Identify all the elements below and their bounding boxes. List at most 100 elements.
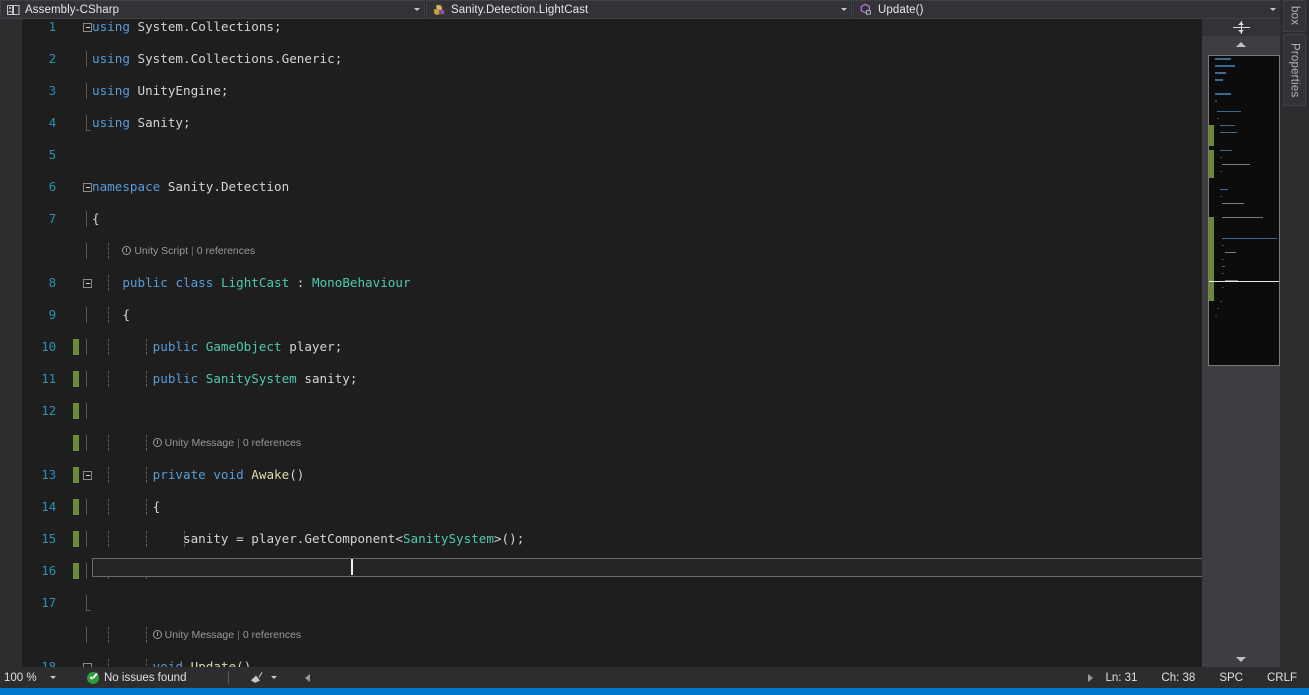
code-line[interactable]: 16 } (22, 563, 1309, 579)
codelens-row[interactable]: Unity Message | 0 references (22, 627, 1309, 643)
code-line[interactable]: 3 using UnityEngine; (22, 83, 1309, 99)
code-line[interactable]: 6 namespace Sanity.Detection (22, 179, 1309, 195)
line-number: 1 (48, 19, 57, 34)
outlining-bar (86, 339, 87, 355)
code-cleanup-broom-icon[interactable] (251, 671, 265, 685)
code-line[interactable]: 13 private void Awake() (22, 467, 1309, 483)
minimap-line (1215, 65, 1236, 67)
line-number: 11 (41, 371, 56, 386)
minimap-change-bar (1209, 170, 1214, 178)
code-line-text[interactable]: { (92, 307, 130, 323)
minimap-line (1222, 163, 1251, 166)
scroll-left-arrow-icon[interactable] (305, 673, 311, 682)
scroll-down-button[interactable] (1202, 651, 1280, 667)
scroll-up-button[interactable] (1202, 36, 1280, 52)
code-line-text[interactable]: public SanitySystem sanity; (92, 371, 358, 387)
line-ending-indicator[interactable]: CRLF (1255, 672, 1309, 684)
properties-tab[interactable]: Properties (1283, 34, 1306, 106)
column-indicator[interactable]: Ch: 38 (1149, 672, 1207, 684)
code-line[interactable]: 9 { (22, 307, 1309, 323)
line-number: 8 (48, 275, 57, 290)
code-line-text[interactable]: using System.Collections; (92, 19, 282, 35)
indent-mode-indicator[interactable]: SPC (1207, 672, 1255, 684)
minimap-change-bar (1209, 265, 1214, 273)
split-editor-button[interactable] (1202, 19, 1280, 36)
code-line-text[interactable]: public class LightCast : MonoBehaviour (92, 275, 410, 291)
code-line[interactable]: 11 public SanitySystem sanity; (22, 371, 1309, 387)
codelens-references[interactable]: 0 references (197, 245, 255, 257)
code-line[interactable]: 2 using System.Collections.Generic; (22, 51, 1309, 67)
code-line[interactable]: 15 sanity = player.GetComponent<SanitySy… (22, 531, 1309, 547)
code-line-text[interactable]: } (92, 563, 161, 579)
outlining-bar (86, 243, 87, 259)
minimap-line (1222, 202, 1245, 205)
toolbox-tab[interactable]: box (1283, 0, 1306, 32)
issues-status[interactable]: No issues found (87, 671, 186, 684)
code-line-text[interactable]: using UnityEngine; (92, 83, 229, 99)
codelens-references[interactable]: 0 references (243, 437, 301, 449)
code-line[interactable]: 18 void Update() (22, 659, 1309, 667)
codelens-kind[interactable]: Unity Script (134, 245, 188, 257)
codelens-separator: | (191, 245, 194, 257)
code-line[interactable]: 10 public GameObject player; (22, 339, 1309, 355)
codelens-references[interactable]: 0 references (243, 629, 301, 641)
line-number: 4 (48, 115, 57, 130)
code-text-area[interactable]: 1 using System.Collections; 2 using System.… (22, 19, 1309, 667)
code-line[interactable]: 1 using System.Collections; (22, 19, 1309, 35)
status-bar-right-group: Ln: 31 Ch: 38 SPC CRLF (1088, 672, 1309, 684)
chevron-down-icon[interactable] (50, 676, 56, 679)
minimap-line (1217, 110, 1242, 113)
codelens-row[interactable]: Unity Message | 0 references (22, 435, 1309, 451)
code-line-text[interactable]: namespace Sanity.Detection (92, 179, 289, 195)
code-line-text[interactable]: { (92, 499, 161, 515)
code-line[interactable]: 4 using Sanity; (22, 115, 1309, 131)
minimap[interactable] (1208, 55, 1280, 366)
window-accent-bar (0, 688, 1309, 695)
codelens-text[interactable]: Unity Message | 0 references (152, 627, 301, 643)
type-dropdown[interactable]: Sanity.Detection.LightCast (426, 0, 852, 19)
chevron-down-icon[interactable] (1266, 8, 1280, 11)
code-line-text[interactable]: using System.Collections.Generic; (92, 51, 342, 67)
line-number: 15 (41, 531, 56, 546)
outlining-bar (86, 83, 87, 99)
code-line[interactable]: 12 (22, 403, 1309, 419)
codelens-kind[interactable]: Unity Message (165, 437, 234, 449)
code-line-text[interactable]: private void Awake() (92, 467, 305, 483)
codelens-text[interactable]: Unity Script | 0 references (122, 243, 255, 259)
codelens-row[interactable]: Unity Script | 0 references (22, 243, 1309, 259)
minimap-line (1215, 100, 1217, 102)
change-bar (73, 467, 79, 483)
code-line-text[interactable]: void Update() (92, 659, 252, 667)
minimap-change-bar (1209, 237, 1214, 245)
member-dropdown-label: Update() (878, 3, 924, 16)
code-line[interactable]: 5 (22, 147, 1309, 163)
indent-guide (108, 627, 109, 643)
status-bar: 100 % No issues found Ln: 31 Ch: 38 SPC … (0, 667, 1309, 688)
code-line[interactable]: 8 public class LightCast : MonoBehaviour (22, 275, 1309, 291)
chevron-down-icon[interactable] (837, 8, 851, 11)
codelens-kind[interactable]: Unity Message (165, 629, 234, 641)
code-line-text[interactable]: { (92, 211, 100, 227)
line-number: 5 (48, 147, 57, 162)
code-line[interactable]: 14 { (22, 499, 1309, 515)
project-dropdown[interactable]: Assembly-CSharp (0, 0, 425, 19)
zoom-level-dropdown[interactable]: 100 % (0, 667, 62, 688)
minimap-content (1209, 56, 1279, 365)
code-line[interactable]: 7{ (22, 211, 1309, 227)
code-line-text[interactable]: sanity = player.GetComponent<SanitySyste… (92, 531, 524, 547)
codelens-text[interactable]: Unity Message | 0 references (152, 435, 301, 451)
code-line[interactable]: 17 (22, 595, 1309, 611)
line-indicator[interactable]: Ln: 31 (1093, 672, 1149, 684)
collapse-minus-icon (83, 182, 92, 192)
chevron-down-icon[interactable] (410, 8, 424, 11)
outlining-bar (86, 51, 87, 67)
code-editor[interactable]: 1 using System.Collections; 2 using System.… (0, 19, 1309, 667)
outlining-bar (86, 403, 87, 419)
chevron-down-icon[interactable] (271, 676, 278, 679)
vertical-scrollbar-minimap-pane[interactable] (1202, 19, 1280, 667)
method-icon (857, 2, 875, 17)
code-line-text[interactable]: using Sanity; (92, 115, 191, 131)
minimap-line (1219, 149, 1233, 152)
member-dropdown[interactable]: Update() (853, 0, 1281, 19)
code-line-text[interactable]: public GameObject player; (92, 339, 343, 355)
